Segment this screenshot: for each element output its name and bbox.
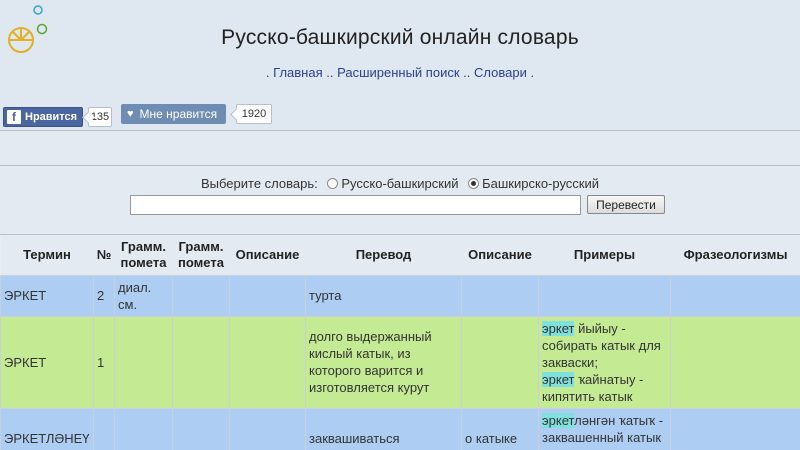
radio-bashkir-russian[interactable] — [468, 178, 480, 189]
cell-description-2: о катыке — [461, 407, 539, 450]
cell-number: 1 — [93, 315, 115, 409]
divider — [0, 234, 800, 235]
results-table: Термин № Грамм. помета Грамм. помета Опи… — [0, 236, 800, 450]
page-header: Русско-башкирский онлайн словарь . Главн… — [0, 0, 800, 130]
translate-button[interactable]: Перевести — [587, 195, 665, 214]
column-header-phraseology: Фразеологизмы — [670, 236, 800, 275]
column-header-grammar-1: Грамм. помета — [114, 236, 173, 275]
radio-label-bashkir-russian[interactable]: Башкирско-русский — [482, 176, 599, 191]
column-header-description-2: Описание — [461, 236, 539, 275]
cell-examples: эркетләнгән ҡатыҡ - заквашенный катык — [538, 407, 671, 450]
column-header-grammar-2: Грамм. помета — [172, 236, 230, 275]
cell-phraseology — [670, 407, 800, 450]
example-keyword: эркет — [542, 412, 575, 428]
dictionary-chooser: Выберите словарь: Русско-башкирский Башк… — [0, 176, 800, 191]
cell-phraseology — [670, 315, 800, 409]
facebook-like-button[interactable]: f Нравится — [3, 107, 83, 127]
heart-icon: ♥ — [127, 108, 134, 120]
main-nav: . Главная .. Расширенный поиск .. Словар… — [0, 65, 800, 80]
nav-link-home[interactable]: Главная — [273, 65, 322, 80]
page-title: Русско-башкирский онлайн словарь — [221, 26, 579, 49]
nav-separator: .. — [463, 65, 471, 80]
cell-term: ЭРКЕТ — [0, 315, 94, 409]
facebook-like-count: 135 — [88, 107, 112, 127]
cell-examples — [538, 274, 671, 317]
cell-grammar-1 — [114, 407, 173, 450]
cell-number: 2 — [93, 274, 115, 317]
column-header-number: № — [93, 236, 115, 275]
cell-grammar-1 — [114, 315, 173, 409]
example-keyword: эркет — [542, 320, 575, 336]
cell-grammar-2 — [172, 315, 230, 409]
vk-like-label: Мне нравится — [139, 107, 218, 121]
cell-description-1 — [229, 274, 306, 317]
facebook-icon: f — [7, 110, 21, 124]
nav-separator: . — [530, 65, 535, 80]
cell-examples: эркет йыйыу - собирать катык для закваск… — [538, 315, 671, 409]
table-row: ЭРКЕТ 2 диал. см. турта — [0, 274, 800, 317]
cell-description-1 — [229, 407, 306, 450]
cell-grammar-2 — [172, 274, 230, 317]
vk-like-button[interactable]: ♥ Мне нравится — [121, 104, 226, 124]
cell-term: ЭРКЕТЛӘНЕҮ — [0, 407, 94, 450]
cell-translation: турта — [305, 274, 462, 317]
cell-description-2 — [461, 315, 539, 409]
radio-russian-bashkir[interactable] — [327, 178, 339, 189]
cell-translation: долго выдержанный кислый катык, из котор… — [305, 315, 462, 409]
example-keyword: эркет — [542, 371, 575, 387]
search-panel: Выберите словарь: Русско-башкирский Башк… — [0, 166, 800, 234]
vk-like-count: 1920 — [236, 104, 272, 124]
cell-number — [93, 407, 115, 450]
table-header-row: Термин № Грамм. помета Грамм. помета Опи… — [0, 236, 800, 275]
cell-description-1 — [229, 315, 306, 409]
cell-term: ЭРКЕТ — [0, 274, 94, 317]
radio-label-russian-bashkir[interactable]: Русско-башкирский — [341, 176, 458, 191]
nav-separator: .. — [326, 65, 334, 80]
column-header-term: Термин — [0, 236, 94, 275]
table-row: ЭРКЕТЛӘНЕҮ заквашиваться о катыке эркетл… — [0, 407, 800, 450]
cell-translation: заквашиваться — [305, 407, 462, 450]
spacer-band — [0, 131, 800, 165]
nav-link-advanced-search[interactable]: Расширенный поиск — [337, 65, 459, 80]
cell-grammar-2 — [172, 407, 230, 450]
cell-grammar-1: диал. см. — [114, 274, 173, 317]
cell-description-2 — [461, 274, 539, 317]
choose-dictionary-label: Выберите словарь: — [200, 176, 318, 191]
column-header-examples: Примеры — [538, 236, 671, 275]
column-header-translation: Перевод — [305, 236, 462, 275]
cell-phraseology — [670, 274, 800, 317]
nav-link-dictionaries[interactable]: Словари — [474, 65, 527, 80]
facebook-like-label: Нравится — [25, 111, 78, 123]
table-row: ЭРКЕТ 1 долго выдержанный кислый катык, … — [0, 315, 800, 409]
nav-separator: . — [265, 65, 270, 80]
column-header-description-1: Описание — [229, 236, 306, 275]
search-input[interactable] — [130, 195, 581, 215]
